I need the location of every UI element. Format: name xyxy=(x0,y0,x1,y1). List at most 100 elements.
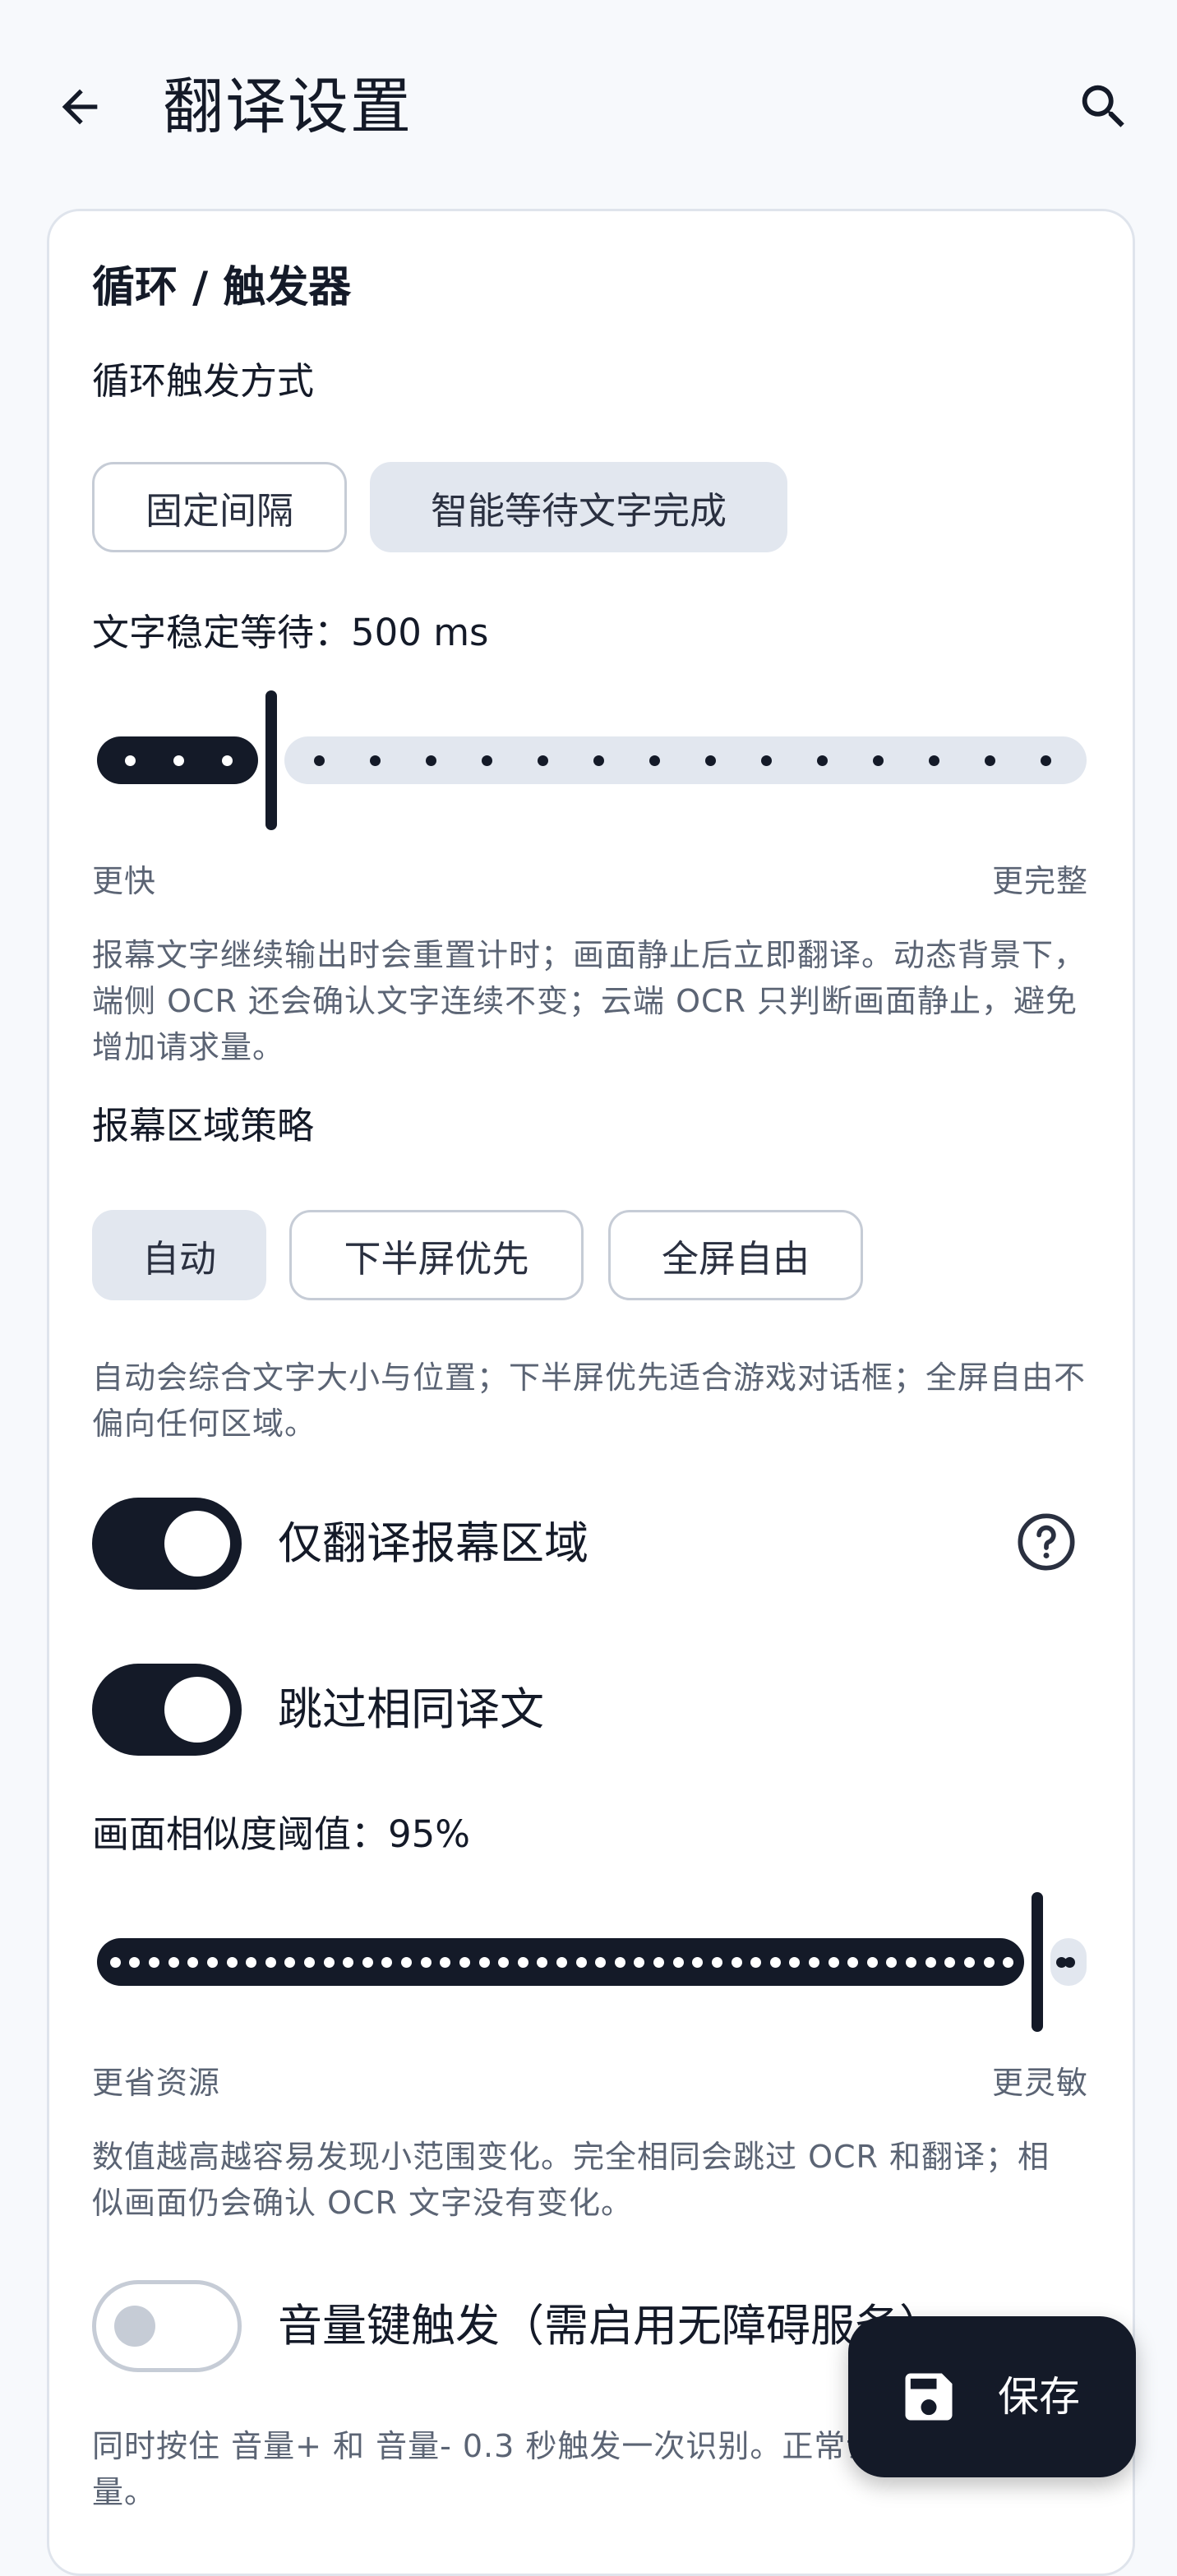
slider-tick-mark xyxy=(873,755,884,766)
slider-tick-mark xyxy=(482,755,492,766)
slider-tick-mark xyxy=(906,1957,916,1968)
slider-tick-mark xyxy=(370,755,381,766)
slider-tick-mark xyxy=(284,1957,295,1968)
slider-tick-mark xyxy=(634,1957,644,1968)
save-icon xyxy=(905,2373,953,2421)
slider-tick-mark xyxy=(984,1957,995,1968)
skip-same-toggle[interactable] xyxy=(92,1664,242,1756)
volume-key-toggle[interactable] xyxy=(92,2280,242,2372)
slider-handle[interactable] xyxy=(1032,1892,1043,2032)
slider-tick-mark xyxy=(125,755,136,766)
slider-tick-mark xyxy=(421,1957,432,1968)
slider-tick-mark xyxy=(886,1957,897,1968)
stable-wait-slider[interactable] xyxy=(92,690,1087,830)
slider-tick-mark xyxy=(498,1957,509,1968)
slider-tick-mark xyxy=(362,1957,373,1968)
slider-tick-mark xyxy=(227,1957,238,1968)
only-subtitle-toggle[interactable] xyxy=(92,1498,242,1590)
slider-tick-mark xyxy=(712,1957,722,1968)
toggle-knob xyxy=(114,2306,155,2347)
slider-tick-mark xyxy=(265,1957,276,1968)
slider-tick-mark xyxy=(809,1957,819,1968)
slider-tick-mark xyxy=(222,755,233,766)
slider-inactive-track xyxy=(284,736,1087,784)
stable-wait-max-label: 更完整 xyxy=(991,863,1088,899)
loop-mode-option-fixed-label: 固定间隔 xyxy=(145,488,293,533)
save-fab[interactable]: 保存 xyxy=(848,2316,1136,2477)
slider-tick-mark xyxy=(537,1957,547,1968)
slider-tick-mark xyxy=(615,1957,625,1968)
slider-tick-mark xyxy=(732,1957,742,1968)
slider-tick-mark xyxy=(829,1957,839,1968)
slider-tick-mark xyxy=(653,1957,664,1968)
slider-tick-mark xyxy=(929,755,939,766)
slider-tick-mark xyxy=(479,1957,490,1968)
subtitle-strategy-description: 自动会综合文字大小与位置；下半屏优先适合游戏对话框；全屏自由不偏向任何区域。 xyxy=(92,1360,1087,1442)
slider-handle[interactable] xyxy=(265,690,277,830)
slider-tick-mark xyxy=(847,1957,858,1968)
slider-tick-mark xyxy=(168,1957,179,1968)
slider-tick-mark xyxy=(314,755,325,766)
strategy-option-bottom[interactable]: 下半屏优先 xyxy=(289,1210,584,1300)
slider-tick-mark xyxy=(1041,755,1051,766)
strategy-option-free-label: 全屏自由 xyxy=(661,1236,810,1281)
slider-tick-mark xyxy=(129,1957,140,1968)
page-title: 翻译设置 xyxy=(163,72,413,142)
slider-tick-mark xyxy=(381,1957,392,1968)
slider-tick-mark xyxy=(187,1957,198,1968)
slider-tick-mark xyxy=(649,755,660,766)
slider-tick-mark xyxy=(343,1957,353,1968)
slider-tick-mark xyxy=(985,755,995,766)
slider-tick-mark xyxy=(459,1957,470,1968)
slider-tick-mark xyxy=(576,1957,587,1968)
slider-tick-mark xyxy=(761,755,772,766)
help-circle-icon[interactable] xyxy=(1015,1511,1078,1573)
slider-tick-mark xyxy=(324,1957,335,1968)
back-button[interactable] xyxy=(43,70,117,144)
slider-tick-mark xyxy=(925,1957,936,1968)
slider-tick-mark xyxy=(149,1957,159,1968)
search-icon xyxy=(1082,85,1124,127)
slider-tick-mark xyxy=(944,1957,955,1968)
slider-tick-mark xyxy=(518,1957,528,1968)
slider-tick-mark xyxy=(692,1957,703,1968)
toggle-knob xyxy=(164,1511,230,1577)
slider-tick-mark xyxy=(304,1957,315,1968)
slider-tick-mark xyxy=(556,1957,567,1968)
toggle-knob xyxy=(164,1677,230,1743)
only-subtitle-label: 仅翻译报幕区域 xyxy=(278,1517,588,1569)
slider-tick-mark xyxy=(401,1957,412,1968)
section-title: 循环 / 触发器 xyxy=(92,263,352,312)
slider-tick-mark xyxy=(207,1957,218,1968)
similarity-max-label: 更灵敏 xyxy=(991,2065,1088,2101)
loop-mode-option-smart[interactable]: 智能等待文字完成 xyxy=(370,462,787,552)
search-button[interactable] xyxy=(1067,70,1141,144)
slider-tick-mark xyxy=(595,1957,606,1968)
top-app-bar: 翻译设置 xyxy=(0,0,1177,205)
similarity-slider[interactable] xyxy=(92,1892,1087,2032)
strategy-option-free[interactable]: 全屏自由 xyxy=(608,1210,863,1300)
similarity-min-label: 更省资源 xyxy=(92,2065,221,2101)
slider-tick-mark xyxy=(110,1957,121,1968)
save-label: 保存 xyxy=(998,2373,1080,2421)
slider-tick-mark xyxy=(538,755,548,766)
slider-tick-mark xyxy=(817,755,828,766)
slider-tick-mark xyxy=(440,1957,450,1968)
slider-tick-mark xyxy=(173,755,184,766)
slider-tick-mark xyxy=(246,1957,256,1968)
stable-wait-min-label: 更快 xyxy=(92,863,157,899)
slider-tick-mark xyxy=(867,1957,878,1968)
slider-tick-mark xyxy=(673,1957,684,1968)
stable-wait-label: 文字稳定等待：500 ms xyxy=(92,611,489,654)
slider-tick-mark xyxy=(426,755,436,766)
strategy-option-auto-label: 自动 xyxy=(141,1236,216,1281)
slider-tick-mark xyxy=(789,1957,800,1968)
similarity-description: 数值越高越容易发现小范围变化。完全相同会跳过 OCR 和翻译；相似画面仍会确认 … xyxy=(92,2139,1050,2221)
strategy-option-auto[interactable]: 自动 xyxy=(92,1210,266,1300)
loop-mode-option-fixed[interactable]: 固定间隔 xyxy=(92,462,347,552)
slider-tick-mark xyxy=(593,755,604,766)
slider-tick-mark xyxy=(964,1957,975,1968)
subtitle-strategy-label: 报幕区域策略 xyxy=(92,1104,315,1147)
arrow-back-icon xyxy=(62,89,98,125)
slider-tick-mark xyxy=(1064,1957,1075,1968)
